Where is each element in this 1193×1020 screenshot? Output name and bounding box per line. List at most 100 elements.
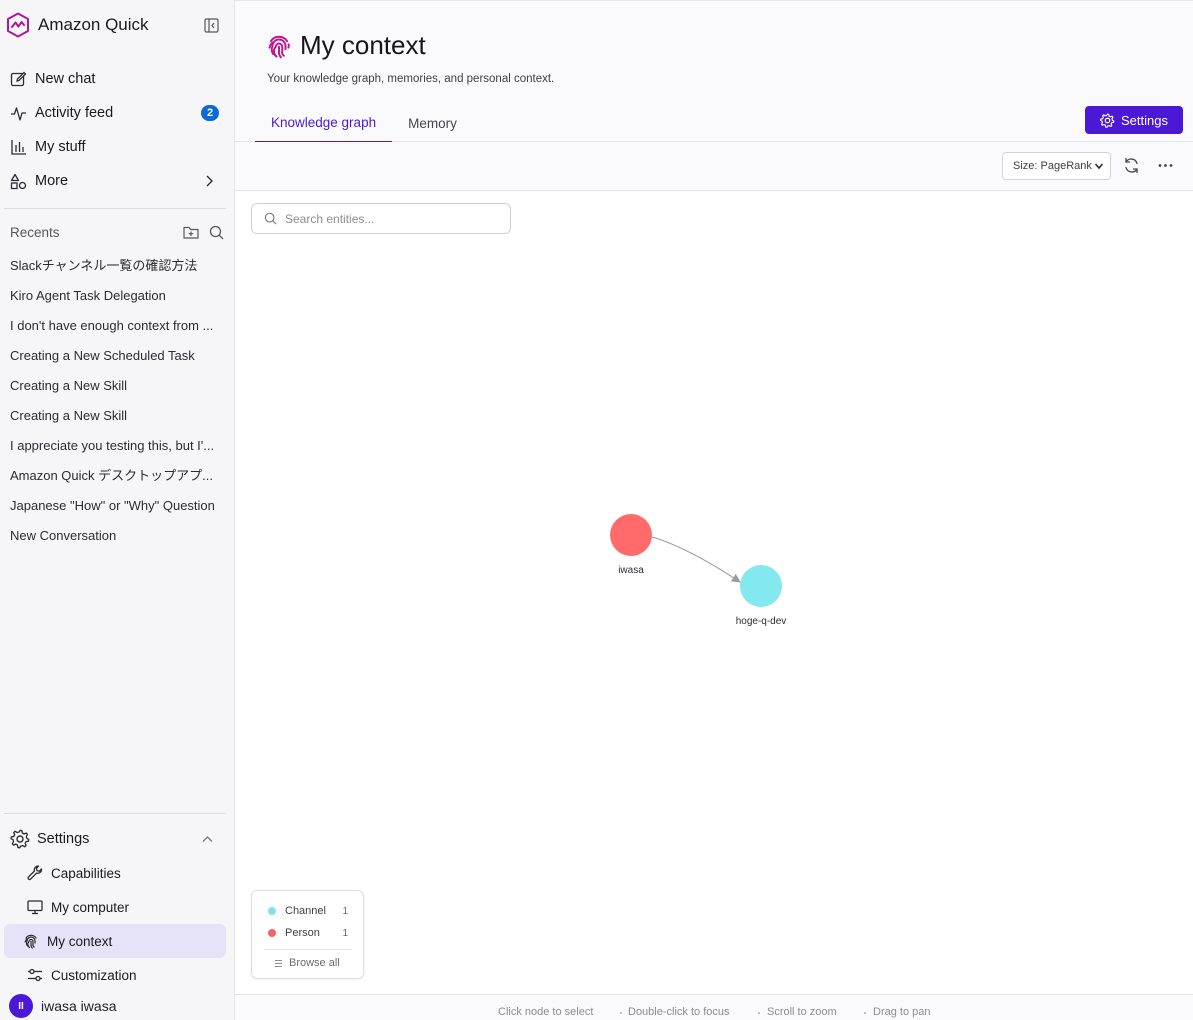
legend-count: 1 <box>342 927 348 939</box>
recent-item[interactable]: I appreciate you testing this, but I'... <box>10 431 226 461</box>
gear-icon <box>1100 113 1115 128</box>
settings-item-label: My computer <box>51 899 130 915</box>
recent-item[interactable]: New Conversation <box>10 521 226 551</box>
page-title: My context <box>266 30 426 61</box>
legend-item-person[interactable]: Person 1 <box>268 926 348 940</box>
graph-node[interactable]: hoge-q-dev <box>736 565 787 627</box>
hint-separator <box>864 1012 866 1014</box>
node-circle[interactable] <box>610 514 652 556</box>
search-icon <box>264 212 277 225</box>
settings-item-my-context[interactable]: My context <box>4 924 226 958</box>
activity-count-badge: 2 <box>201 105 219 121</box>
settings-item-label: Customization <box>51 967 137 983</box>
refresh-icon[interactable] <box>1123 157 1140 174</box>
settings-item-capabilities[interactable]: Capabilities <box>4 856 226 890</box>
tab-knowledge-graph[interactable]: Knowledge graph <box>255 103 393 143</box>
chevron-up-icon <box>202 836 213 842</box>
legend-dot <box>268 907 276 915</box>
recent-item[interactable]: I don't have enough context from ... <box>10 311 226 341</box>
settings-button[interactable]: Settings <box>1085 106 1183 134</box>
page-title-text: My context <box>300 30 426 60</box>
nav-more-label: More <box>35 173 69 189</box>
node-label: hoge-q-dev <box>736 616 787 627</box>
chevron-down-icon <box>1094 163 1104 170</box>
size-select[interactable]: Size: PageRank <box>1002 152 1111 180</box>
main-nav: New chat Activity feed 2 My stuff More <box>0 62 234 198</box>
settings-item-customization[interactable]: Customization <box>4 958 226 992</box>
search-icon[interactable] <box>209 225 224 240</box>
hint-text: Drag to pan <box>873 1006 931 1018</box>
nav-my-stuff-label: My stuff <box>35 139 86 155</box>
graph-legend: Channel 1 Person 1 Browse all <box>251 890 364 979</box>
more-options-icon[interactable] <box>1157 157 1174 174</box>
new-folder-icon[interactable] <box>183 225 199 240</box>
nav-my-stuff[interactable]: My stuff <box>0 130 234 164</box>
legend-label: Person <box>285 927 320 939</box>
tab-memory[interactable]: Memory <box>392 103 473 143</box>
nav-new-chat-label: New chat <box>35 71 96 87</box>
sidebar-divider <box>4 813 226 814</box>
graph-edge <box>651 536 741 583</box>
activity-icon <box>9 104 27 122</box>
settings-item-label: My context <box>47 933 113 949</box>
recents-list: Slackチャンネル一覧の確認方法 Kiro Agent Task Delega… <box>10 251 226 551</box>
user-name: iwasa iwasa <box>41 998 117 1014</box>
hint-text: Double-click to focus <box>628 1006 730 1018</box>
legend-label: Channel <box>285 905 326 917</box>
search-input[interactable] <box>285 211 485 226</box>
chevron-right-icon <box>206 175 213 187</box>
wrench-icon <box>26 865 43 882</box>
hint-text: Scroll to zoom <box>767 1006 837 1018</box>
sidebar-divider <box>4 208 226 209</box>
settings-item-my-computer[interactable]: My computer <box>4 890 226 924</box>
nav-activity-feed[interactable]: Activity feed 2 <box>0 96 234 130</box>
recent-item[interactable]: Japanese "How" or "Why" Question <box>10 491 226 521</box>
recents-title: Recents <box>10 224 60 240</box>
graph-toolbar: Size: PageRank <box>235 142 1193 191</box>
fingerprint-icon <box>268 35 290 58</box>
settings-section: Settings Capabilities My computer My con… <box>0 822 234 992</box>
legend-dot <box>268 929 276 937</box>
shapes-icon <box>9 172 27 190</box>
recent-item[interactable]: Creating a New Skill <box>10 401 226 431</box>
legend-divider <box>264 949 352 950</box>
brand[interactable]: Amazon Quick <box>6 12 149 38</box>
gear-icon <box>10 829 30 849</box>
node-label: iwasa <box>618 565 644 576</box>
nav-more[interactable]: More <box>0 164 234 198</box>
nav-new-chat[interactable]: New chat <box>0 62 234 96</box>
node-circle[interactable] <box>740 565 782 607</box>
entity-search[interactable] <box>251 203 511 234</box>
settings-toggle[interactable]: Settings <box>0 822 234 856</box>
recent-item[interactable]: Creating a New Scheduled Task <box>10 341 226 371</box>
settings-label: Settings <box>37 831 90 847</box>
hint-separator <box>758 1012 760 1014</box>
sliders-icon <box>26 967 43 984</box>
recents-header: Recents <box>10 222 224 242</box>
recent-item[interactable]: Slackチャンネル一覧の確認方法 <box>10 251 226 281</box>
nav-activity-feed-label: Activity feed <box>35 105 114 121</box>
amazon-quick-logo-icon <box>7 12 29 38</box>
legend-item-channel[interactable]: Channel 1 <box>268 904 348 918</box>
graph-node[interactable]: iwasa <box>610 514 652 576</box>
legend-count: 1 <box>342 905 348 917</box>
knowledge-graph[interactable]: iwasa hoge-q-dev <box>235 191 1193 994</box>
recent-item[interactable]: Kiro Agent Task Delegation <box>10 281 226 311</box>
page-subtitle: Your knowledge graph, memories, and pers… <box>267 73 555 85</box>
app-name: Amazon Quick <box>38 15 149 34</box>
recent-item[interactable]: Amazon Quick デスクトップアプ... <box>10 461 226 491</box>
interaction-hints: Click node to select Double-click to foc… <box>235 994 1193 1020</box>
recent-item[interactable]: Creating a New Skill <box>10 371 226 401</box>
collapse-sidebar-icon[interactable] <box>204 18 219 33</box>
browse-all-label: Browse all <box>289 957 340 969</box>
avatar: II <box>9 994 33 1018</box>
list-icon <box>275 959 282 967</box>
main-content: My context Your knowledge graph, memorie… <box>235 0 1193 1020</box>
graph-canvas[interactable]: iwasa hoge-q-dev Channel 1 Person 1 <box>235 191 1193 994</box>
user-profile[interactable]: II iwasa iwasa <box>9 994 116 1018</box>
settings-item-label: Capabilities <box>51 865 121 881</box>
monitor-icon <box>26 899 43 916</box>
browse-all-button[interactable]: Browse all <box>274 957 340 969</box>
tab-bar: Knowledge graph Memory <box>255 103 473 143</box>
size-select-value: Size: PageRank <box>1013 160 1092 172</box>
